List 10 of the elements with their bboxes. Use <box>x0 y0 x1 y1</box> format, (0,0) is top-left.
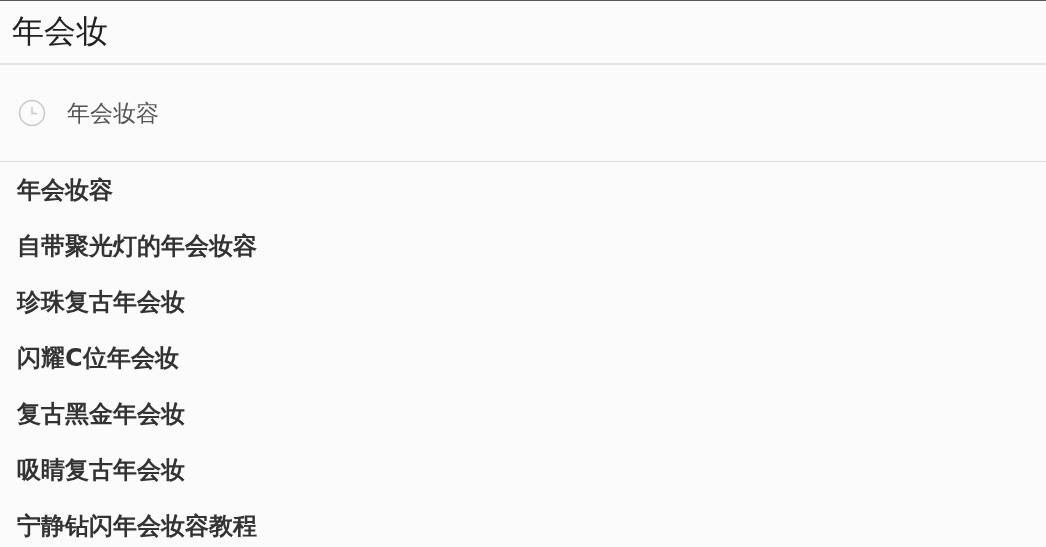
suggestion-item[interactable]: 宁静钻闪年会妆容教程 <box>17 510 257 542</box>
search-field[interactable]: 年会妆 <box>12 7 612 57</box>
suggestion-item[interactable]: 年会妆容 <box>17 174 113 206</box>
suggestion-item[interactable]: 自带聚光灯的年会妆容 <box>17 230 257 262</box>
history-item[interactable]: 年会妆容 <box>67 97 159 129</box>
suggestion-item[interactable]: 珍珠复古年会妆 <box>17 286 185 318</box>
suggestion-item[interactable]: 吸睛复古年会妆 <box>17 454 185 486</box>
suggestion-item[interactable]: 复古黑金年会妆 <box>17 398 185 430</box>
suggestion-item[interactable]: 闪耀C位年会妆 <box>17 342 179 374</box>
clock-icon <box>18 99 46 127</box>
